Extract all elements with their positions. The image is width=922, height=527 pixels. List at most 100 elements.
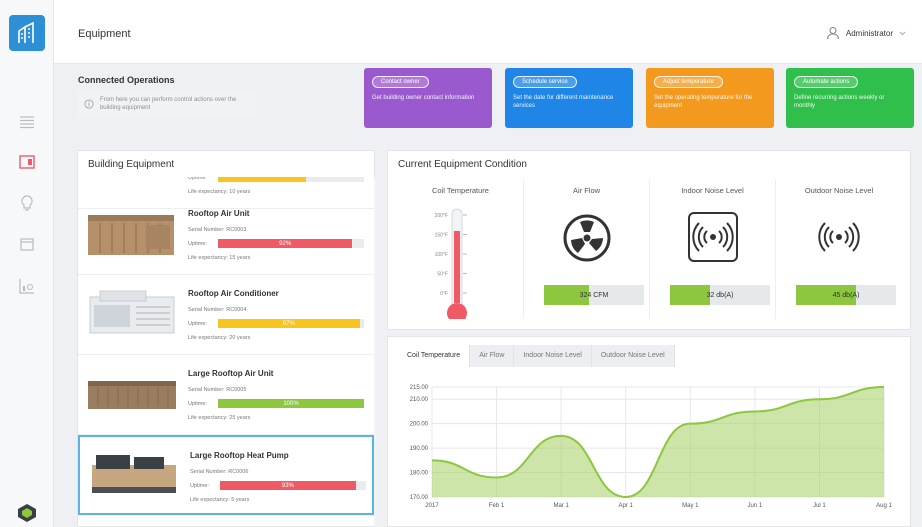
- building-equipment-panel: Building Equipment Serial Number: Uptime…: [77, 150, 376, 527]
- series-area: [432, 387, 884, 497]
- dashboard-icon[interactable]: [17, 112, 37, 132]
- serial-label: Serial Number:: [188, 387, 225, 393]
- equipment-image: [86, 207, 178, 261]
- uptime-fill: 93%: [220, 481, 356, 490]
- thermo-tick-label: 200°F: [435, 213, 448, 219]
- equipment-panel-title: Building Equipment: [88, 159, 175, 170]
- chevron-down-icon: [899, 31, 906, 35]
- equipment-image: [88, 449, 180, 503]
- uptime-label: Uptime:: [188, 177, 207, 181]
- equipment-serial: Serial Number: RC0003: [188, 227, 246, 233]
- equipment-name: Rooftop Air Unit: [188, 209, 250, 218]
- equipment-scrollbar[interactable]: [374, 177, 376, 527]
- action-button[interactable]: Contact owner: [372, 76, 429, 88]
- equipment-item[interactable]: Rooftop Air Conditioner Serial Number: RC…: [78, 275, 374, 355]
- action-card-3[interactable]: Automate actions Define recurring actions…: [786, 68, 914, 128]
- metric-coil-temperature: Coil Temperature 200°F 150°F 100°F 50°F 0°F: [398, 179, 524, 319]
- life-value: 5 years: [231, 497, 250, 503]
- tab-air-flow[interactable]: Air Flow: [470, 345, 515, 367]
- equipment-item[interactable]: Large Rooftop Air Unit Serial Number: RC0…: [78, 355, 374, 435]
- tab-coil-temperature[interactable]: Coil Temperature: [398, 345, 471, 367]
- action-description: Set the date for different maintenance s…: [513, 95, 614, 109]
- fan-icon: [563, 214, 611, 262]
- metric-value: 324 CFM: [579, 291, 609, 299]
- serial-label: Serial Number:: [190, 469, 227, 475]
- metric-value-bar: 324 CFM: [544, 285, 644, 305]
- uptime-label: Uptime:: [188, 401, 207, 407]
- uptime-bar: [218, 177, 364, 182]
- uptime-bar: 92%: [218, 239, 364, 248]
- action-button[interactable]: Automate actions: [794, 76, 859, 88]
- equipment-icon[interactable]: [17, 152, 37, 172]
- metric-indoor-noise: Indoor Noise Level 32 db(A): [650, 179, 776, 319]
- uptime-fill: 92%: [218, 239, 353, 248]
- x-tick-label: Aug 1: [876, 503, 892, 509]
- action-card-0[interactable]: Contact owner Get building owner contact …: [364, 68, 492, 128]
- equipment-item[interactable]: Rooftop Air Unit Serial Number: RC0003 Upt…: [78, 195, 374, 275]
- lightbulb-icon[interactable]: [17, 194, 37, 214]
- info-icon: [84, 99, 94, 109]
- action-card-2[interactable]: Adjust temperature Set the operating temp…: [646, 68, 774, 128]
- equipment-name: Rooftop Air Conditioner: [188, 289, 279, 298]
- uptime-label: Uptime:: [190, 483, 209, 489]
- uptime-fill: [218, 177, 306, 182]
- action-description: Set the operating temperature for the eq…: [654, 95, 753, 109]
- tab-outdoor-noise-level[interactable]: Outdoor Noise Level: [591, 345, 675, 367]
- equipment-item[interactable]: Large Rooftop Heat Pump Serial Number: RC…: [78, 435, 374, 515]
- action-card-1[interactable]: Schedule service Set the date for differe…: [505, 68, 633, 128]
- metric-label: Outdoor Noise Level: [804, 186, 874, 195]
- operations-hint-text: From here you can perform control action…: [99, 97, 237, 111]
- equipment-image: [86, 177, 178, 195]
- x-tick-label: Apr 1: [619, 503, 634, 509]
- metric-label: Indoor Noise Level: [681, 186, 744, 195]
- user-menu[interactable]: Administrator: [826, 26, 906, 40]
- y-tick-label: 200.00: [410, 422, 429, 428]
- x-tick-label: Feb 1: [489, 503, 505, 509]
- metric-outdoor-noise: Outdoor Noise Level 45 db(A): [776, 179, 902, 319]
- equipment-image: [86, 367, 178, 421]
- action-description: Get building owner contact information: [372, 95, 475, 101]
- serial-value: RC0006: [228, 469, 249, 475]
- y-tick-label: 170.00: [410, 495, 429, 501]
- y-tick-label: 180.00: [410, 471, 429, 477]
- serial-value: RC0004: [226, 307, 247, 313]
- thermo-tick-label: 150°F: [435, 233, 448, 239]
- tab-indoor-noise-level[interactable]: Indoor Noise Level: [514, 345, 592, 367]
- equipment-condition-panel: Current Equipment Condition Coil Tempera…: [387, 150, 911, 330]
- metric-value: 45 db(A): [832, 291, 860, 299]
- equipment-list[interactable]: Serial Number: Uptime: Life expectancy: 1…: [78, 177, 374, 527]
- x-tick-label: Jul 1: [813, 503, 826, 509]
- reports-icon[interactable]: [17, 276, 37, 296]
- thermo-bulb: [447, 303, 467, 319]
- equipment-serial: Serial Number: RC0004: [188, 307, 246, 313]
- y-tick-label: 210.00: [410, 397, 429, 403]
- life-label: Life expectancy:: [188, 415, 228, 421]
- x-tick-label: 2017: [425, 503, 439, 509]
- equipment-serial: Serial Number: RC0006: [190, 469, 248, 475]
- y-tick-label: 190.00: [410, 446, 429, 452]
- metric-air-flow: Air Flow 324 CFM: [524, 179, 650, 319]
- calendar-icon[interactable]: [17, 234, 37, 254]
- uptime-fill: 100%: [218, 399, 364, 408]
- equipment-serial: Serial Number: RC0005: [188, 387, 246, 393]
- sidebar: [0, 0, 54, 527]
- thermo-level: [454, 231, 460, 303]
- action-button[interactable]: Schedule service: [513, 76, 577, 88]
- logo-icon[interactable]: [9, 15, 45, 51]
- life-value: 15 years: [229, 255, 251, 261]
- uptime-bar: 100%: [218, 399, 364, 408]
- life-label: Life expectancy:: [190, 497, 230, 503]
- metric-label: Air Flow: [572, 186, 601, 195]
- serial-value: RC0003: [226, 227, 247, 233]
- operations-hint: From here you can perform control action…: [78, 90, 256, 118]
- uptime-label: Uptime:: [188, 241, 207, 247]
- equipment-life: Life expectancy: 20 years: [188, 335, 250, 341]
- uptime-bar: 93%: [220, 481, 366, 490]
- page-title: Equipment: [78, 28, 131, 40]
- top-bar: Equipment Administrator: [54, 0, 922, 64]
- serial-value: RC0005: [226, 387, 247, 393]
- uptime-fill: 97%: [218, 319, 360, 328]
- action-button[interactable]: Adjust temperature: [654, 76, 723, 88]
- metric-label: Coil Temperature: [432, 186, 489, 195]
- life-value: 20 years: [229, 335, 251, 341]
